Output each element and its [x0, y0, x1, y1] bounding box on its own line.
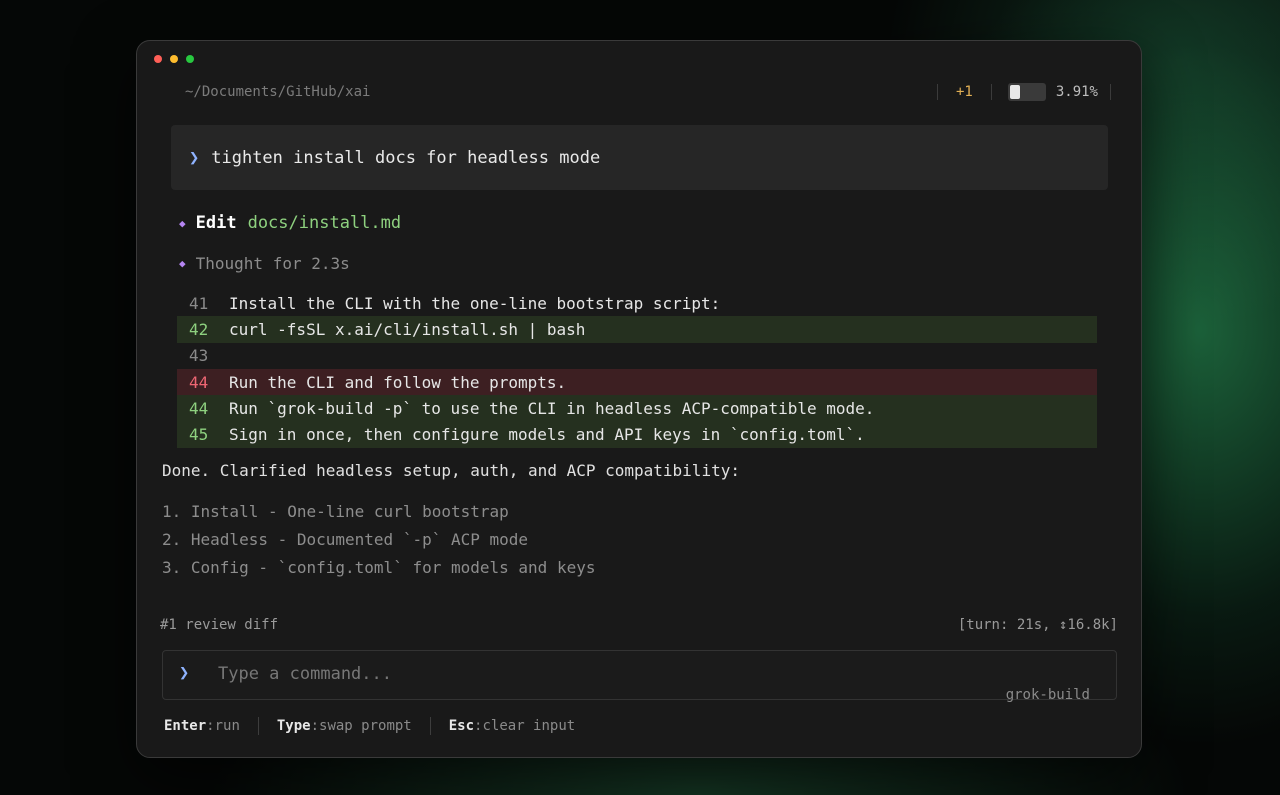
edit-label: Edit [195, 213, 237, 233]
command-input-box[interactable]: ❯ grok-build [162, 650, 1117, 703]
task-label: #1 review diff [160, 617, 279, 633]
hint-key: Esc [448, 718, 475, 734]
line-number: 44 [189, 372, 209, 392]
edit-step: ◆ Edit docs/install.md [179, 213, 401, 233]
divider [429, 717, 431, 735]
maximize-button[interactable] [186, 55, 194, 63]
line-number: 42 [189, 319, 209, 339]
keyboard-hints: Enter :run Type :swap prompt Esc :clear … [164, 717, 575, 735]
line-number: 45 [189, 425, 209, 445]
diff-line-context: 41 Install the CLI with the one-line boot… [177, 290, 1097, 316]
response-summary: Done. Clarified headless setup, auth, an… [162, 461, 740, 480]
changes-count: +1 [955, 84, 973, 100]
minimize-button[interactable] [170, 55, 178, 63]
diff-line-context: 43 [177, 343, 1097, 369]
user-prompt-text: tighten install docs for headless mode [211, 147, 601, 168]
line-number: 43 [189, 346, 209, 366]
context-usage-text: 3.91% [1055, 84, 1098, 100]
chevron-right-icon: ❯ [179, 663, 190, 683]
thought-step: ◆ Thought for 2.3s [179, 254, 350, 273]
hint-action: :swap prompt [310, 718, 412, 734]
chevron-right-icon: ❯ [189, 147, 200, 168]
context-usage: 3.91% [992, 83, 1110, 101]
context-usage-fill [1009, 85, 1020, 99]
hint-action: :clear input [474, 718, 576, 734]
close-button[interactable] [154, 55, 162, 63]
line-code: Sign in once, then configure models and … [229, 425, 865, 445]
list-item: 1. Install - One-line curl bootstrap [162, 502, 509, 521]
diff-line-add: 45 Sign in once, then configure models an… [177, 421, 1097, 448]
line-code: Install the CLI with the one-line bootst… [229, 293, 721, 313]
line-code: Run `grok-build -p` to use the CLI in he… [229, 398, 875, 418]
line-number: 44 [189, 398, 209, 418]
edit-file-link[interactable]: docs/install.md [248, 213, 402, 233]
hint-action: :run [206, 718, 240, 734]
working-directory: ~/Documents/GitHub/xai [185, 84, 371, 100]
line-number: 41 [189, 293, 209, 313]
hint-esc: Esc :clear input [449, 718, 575, 734]
context-usage-bar [1007, 83, 1046, 101]
command-input[interactable] [218, 661, 918, 687]
diff-line-del: 44 Run the CLI and follow the prompts. [177, 368, 1097, 396]
window-controls [154, 55, 194, 63]
hint-enter: Enter :run [164, 718, 240, 734]
list-item: 3. Config - `config.toml` for models and… [162, 558, 596, 577]
terminal-window: ~/Documents/GitHub/xai +1 3.91% ❯ tighte… [136, 40, 1142, 758]
thought-text: Thought for 2.3s [195, 254, 350, 273]
user-prompt: ❯ tighten install docs for headless mode [171, 125, 1108, 190]
list-item: 2. Headless - Documented `-p` ACP mode [162, 530, 529, 549]
hint-type: Type :swap prompt [277, 718, 412, 734]
diff-view: 41 Install the CLI with the one-line boot… [177, 290, 1097, 448]
divider [257, 717, 259, 735]
diamond-icon: ◆ [179, 257, 186, 270]
mode-label: grok-build [1005, 687, 1090, 703]
diamond-icon: ◆ [179, 216, 186, 230]
response-list: 1. Install - One-line curl bootstrap 2. … [162, 501, 595, 585]
status-bar: +1 3.91% [936, 81, 1111, 103]
diff-line-add: 44 Run `grok-build -p` to use the CLI in … [177, 395, 1097, 422]
diff-line-add: 42 curl -fsSL x.ai/cli/install.sh | bash [177, 316, 1097, 343]
divider [1110, 84, 1111, 100]
line-code: curl -fsSL x.ai/cli/install.sh | bash [229, 319, 586, 339]
hint-key: Type [276, 718, 311, 734]
turn-info: [turn: 21s, ↕16.8k] [957, 617, 1118, 633]
hint-key: Enter [164, 718, 207, 734]
line-code: Run the CLI and follow the prompts. [229, 372, 567, 392]
